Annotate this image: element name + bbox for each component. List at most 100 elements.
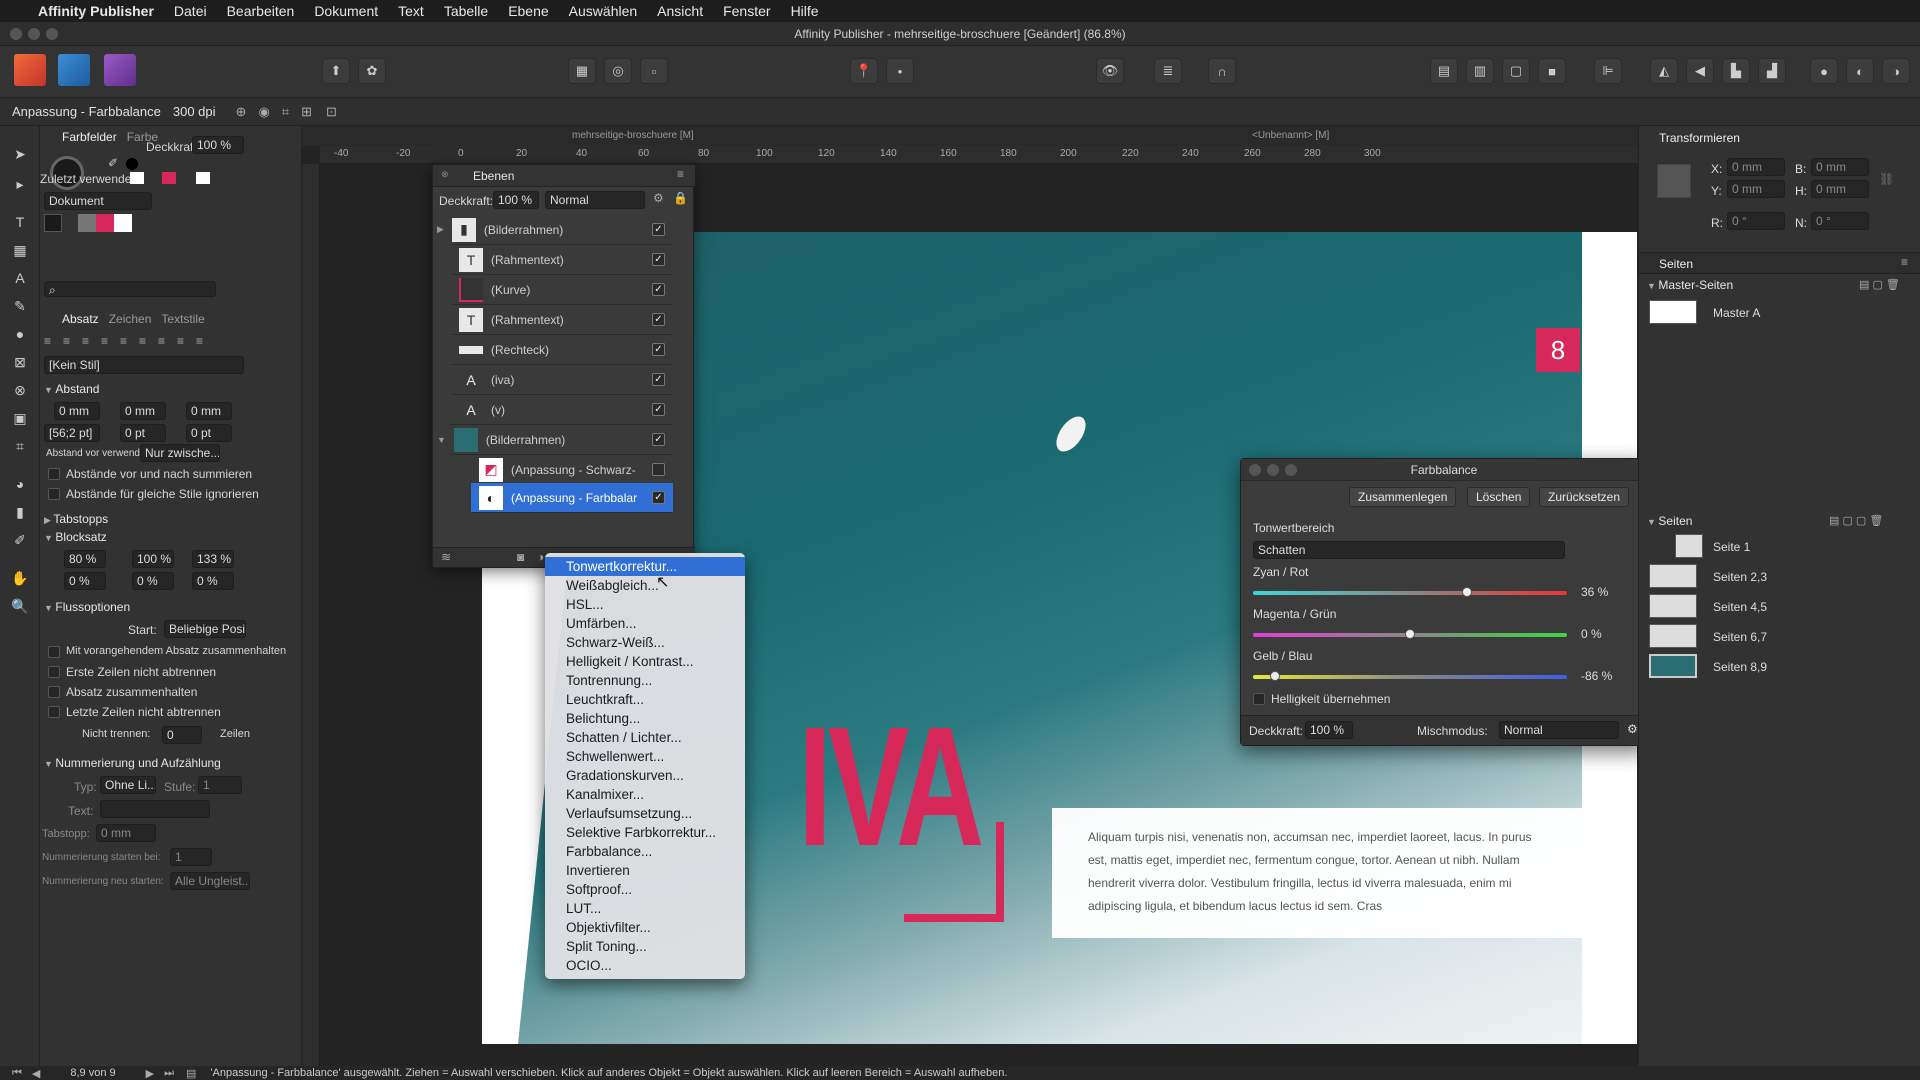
last-page-icon[interactable]: ⏭ [164,1067,174,1080]
snapping-icon[interactable]: ∩ [1208,58,1236,84]
crop-tool-icon[interactable]: ⌗ [8,434,32,458]
menu-ansicht[interactable]: Ansicht [657,3,703,19]
b-field[interactable]: 0 mm [1811,158,1869,176]
layer-stack-icon[interactable]: ≋ [441,550,451,564]
boolean-add-icon[interactable]: ● [1810,58,1838,84]
menu-item-objektivfilter[interactable]: Objektivfilter... [545,918,745,937]
master-a-label[interactable]: Master A [1713,306,1760,320]
layer-row[interactable]: A (iva) ✓ [451,365,673,395]
menu-item-ocio[interactable]: OCIO... [545,956,745,975]
page-2-3-label[interactable]: Seiten 2,3 [1713,570,1767,584]
letter-spacing-desired[interactable]: 0 % [132,572,174,590]
menu-item-schwellenwert[interactable]: Schwellenwert... [545,747,745,766]
space-before-field[interactable]: 0 pt [120,424,166,442]
fit-icon[interactable]: ⊞ [301,104,312,120]
lock-icon[interactable]: 🔒 [673,191,688,205]
section-nummerierung[interactable]: Nummerierung und Aufzählung [44,756,220,770]
frame-text-tool-icon[interactable]: T [8,210,32,234]
visibility-check[interactable]: ✓ [652,223,665,236]
boolean-subtract-icon[interactable]: ◐ [1846,58,1874,84]
menu-item-schwarz-weiss[interactable]: Schwarz-Weiß... [545,633,745,652]
recent-swatch[interactable] [130,172,144,184]
share-icon[interactable]: ⬆ [322,58,350,84]
section-blocksatz[interactable]: Blocksatz [44,530,106,544]
tab-transformieren[interactable]: Transformieren [1659,131,1740,145]
swatch-black[interactable] [44,214,62,232]
black-swatch[interactable] [126,158,138,170]
cyan-red-knob[interactable] [1461,587,1472,597]
menu-item-umfaerben[interactable]: Umfärben... [545,614,745,633]
menu-item-tonwertkorrektur[interactable]: Tonwertkorrektur... [545,557,745,576]
layer-row[interactable]: (Rechteck) ✓ [451,335,673,365]
chk-summieren[interactable] [48,468,60,480]
dialog-minimize-button[interactable] [1267,464,1279,476]
tab-absatz[interactable]: Absatz [62,312,99,326]
alignment-buttons[interactable]: ≡≡≡≡≡≡≡≡≡ [44,334,294,350]
leading-field[interactable]: [56;2 pt] [44,424,100,442]
menu-item-verlaufsumsetzung[interactable]: Verlaufsumsetzung... [545,804,745,823]
page-6-7-thumb[interactable] [1649,624,1697,648]
preview-icon[interactable]: 👁 [1096,58,1124,84]
menu-hilfe[interactable]: Hilfe [791,3,819,19]
merge-button[interactable]: Zusammenlegen [1349,487,1457,507]
dialog-gear-icon[interactable]: ⚙ [1627,722,1638,736]
y-field[interactable]: 0 mm [1727,180,1785,198]
magenta-green-knob[interactable] [1405,629,1415,639]
section-abstand[interactable]: Abstand [44,382,99,396]
pages-menu-icon[interactable]: ≡ [1901,255,1908,269]
menu-fenster[interactable]: Fenster [723,3,770,19]
menu-ebene[interactable]: Ebene [508,3,548,19]
pages-actions-icons[interactable]: ▤ ▢ ▢ 🗑 [1829,514,1883,527]
stufe-field[interactable]: 1 [198,776,242,794]
horizontal-ruler[interactable]: -40 -20 0 20 40 60 80 100 120 140 160 18… [320,146,1638,164]
indent-first-field[interactable]: 0 mm [120,402,166,420]
page-4-5-label[interactable]: Seiten 4,5 [1713,600,1767,614]
dot-icon[interactable]: • [886,58,914,84]
tab-farbfelder[interactable]: Farbfelder [62,130,117,144]
eyedropper-tool-icon[interactable]: ✐ [8,528,32,552]
cyan-red-value[interactable]: 36 % [1581,585,1608,599]
menu-bearbeiten[interactable]: Bearbeiten [227,3,295,19]
menu-item-softproof[interactable]: Softproof... [545,880,745,899]
arrange-bottom-icon[interactable]: ■ [1538,58,1566,84]
master-pages-header[interactable]: Master-Seiten [1647,278,1733,292]
tabstopp-field[interactable]: 0 mm [96,824,156,842]
assistant-icon[interactable]: ✿ [358,58,386,84]
swatch-white[interactable] [114,214,132,232]
start-bei-field[interactable]: 1 [170,848,212,866]
chk-zusammenhalten-vor[interactable] [48,646,60,658]
page-1-thumb[interactable] [1675,534,1703,558]
visibility-check[interactable]: ✓ [652,403,665,416]
next-page-icon[interactable]: ▶ [146,1067,154,1080]
page-icon[interactable]: ▦ [568,58,596,84]
arrange-front-icon[interactable]: ▤ [1430,58,1458,84]
typ-select[interactable]: Ohne Li... [100,776,156,794]
arrange-back-icon[interactable]: ▢ [1502,58,1530,84]
visibility-check[interactable]: ✓ [652,491,665,504]
node-tool-icon[interactable]: ▸ [8,172,32,196]
rotate-left-icon[interactable]: ▙ [1722,58,1750,84]
menu-item-schatten-lichter[interactable]: Schatten / Lichter... [545,728,745,747]
visibility-check[interactable]: ✓ [652,283,665,296]
yellow-blue-value[interactable]: -86 % [1581,669,1612,683]
visibility-check[interactable]: ✓ [652,313,665,326]
hand-tool-icon[interactable]: ✋ [8,566,32,590]
menu-item-helligkeit-kontrast[interactable]: Helligkeit / Kontrast... [545,652,745,671]
swatch-search[interactable]: ⌕ [44,281,216,297]
neu-starten-select[interactable]: Alle Ungleist... [170,872,250,890]
menu-item-gradationskurven[interactable]: Gradationskurven... [545,766,745,785]
menu-tabelle[interactable]: Tabelle [444,3,488,19]
visibility-check[interactable]: ✓ [652,343,665,356]
dialog-opacity-field[interactable]: 100 % [1305,721,1353,739]
menu-item-split-toning[interactable]: Split Toning... [545,937,745,956]
crop-icon[interactable]: ⌗ [282,104,289,120]
page-number-left[interactable]: 8 [1536,328,1580,372]
doc-icon[interactable]: ▤ [186,1067,196,1080]
layer-row[interactable]: ▶ ▮ (Bilderrahmen) ✓ [437,215,673,245]
flip-horizontal-icon[interactable]: ◭ [1650,58,1678,84]
magenta-green-value[interactable]: 0 % [1581,627,1602,641]
cyan-red-slider[interactable] [1253,587,1567,597]
adjustment-icon[interactable]: ◑ [537,550,544,564]
flip-vertical-icon[interactable]: ◀ [1686,58,1714,84]
start-select[interactable]: Beliebige Posi... [164,620,246,638]
